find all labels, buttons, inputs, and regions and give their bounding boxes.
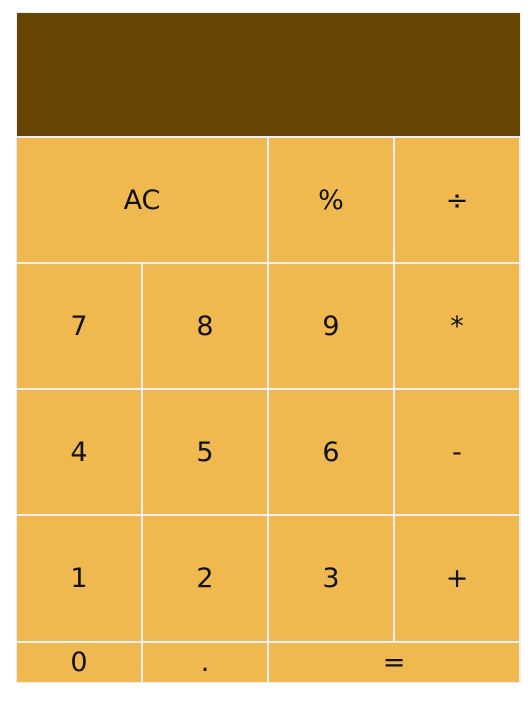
subtract-button[interactable]: - — [395, 390, 519, 514]
multiply-button[interactable]: * — [395, 264, 519, 388]
digit-1-button[interactable]: 1 — [17, 516, 141, 641]
divide-button[interactable]: ÷ — [395, 138, 519, 262]
digit-3-button[interactable]: 3 — [269, 516, 393, 641]
digit-2-button[interactable]: 2 — [143, 516, 267, 641]
add-button[interactable]: + — [395, 516, 519, 641]
digit-6-button[interactable]: 6 — [269, 390, 393, 514]
clear-button[interactable]: AC — [17, 138, 267, 262]
digit-5-button[interactable]: 5 — [143, 390, 267, 514]
decimal-button[interactable]: . — [143, 643, 267, 682]
digit-4-button[interactable]: 4 — [17, 390, 141, 514]
percent-button[interactable]: % — [269, 138, 393, 262]
digit-9-button[interactable]: 9 — [269, 264, 393, 388]
calculator: AC % ÷ 7 8 9 * 4 5 6 - 1 2 3 + 0 . = — [16, 12, 521, 683]
equals-button[interactable]: = — [269, 643, 519, 682]
digit-7-button[interactable]: 7 — [17, 264, 141, 388]
digit-8-button[interactable]: 8 — [143, 264, 267, 388]
digit-0-button[interactable]: 0 — [17, 643, 141, 682]
calculator-display — [17, 13, 520, 136]
